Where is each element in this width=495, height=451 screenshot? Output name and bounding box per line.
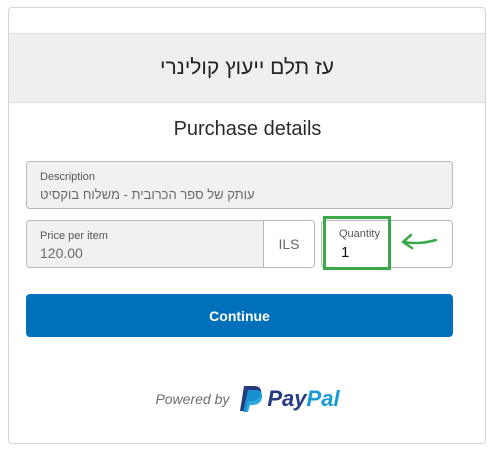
description-value: עותק של ספר הכרובית - משלוח בוקסיט	[40, 187, 255, 202]
quantity-input[interactable]: 1	[341, 244, 349, 261]
paypal-wordmark-pay: Pay	[267, 386, 307, 411]
paypal-wordmark: PayPal	[267, 386, 339, 412]
description-field: Description עותק של ספר הכרובית - משלוח …	[26, 161, 453, 209]
price-value: 120.00	[40, 245, 83, 261]
price-field: Price per item 120.00 ILS	[26, 220, 315, 268]
section-title: Purchase details	[173, 118, 322, 140]
merchant-header: עז תלם ייעוץ קולינרי	[9, 33, 485, 103]
currency-label: ILS	[263, 221, 314, 267]
paypal-logo: PayPal	[239, 385, 340, 413]
price-label: Price per item	[40, 230, 108, 242]
continue-button[interactable]: Continue	[26, 294, 453, 337]
merchant-name: עז תלם ייעוץ קולינרי	[160, 56, 334, 79]
arrow-left-icon	[401, 233, 438, 250]
powered-by-paypal: Powered by PayPal	[0, 385, 495, 413]
paypal-wordmark-pal: Pal	[306, 386, 340, 411]
description-label: Description	[40, 171, 96, 183]
paypal-p-icon	[240, 386, 263, 412]
quantity-label: Quantity	[339, 228, 380, 240]
powered-by-text: Powered by	[155, 391, 230, 407]
